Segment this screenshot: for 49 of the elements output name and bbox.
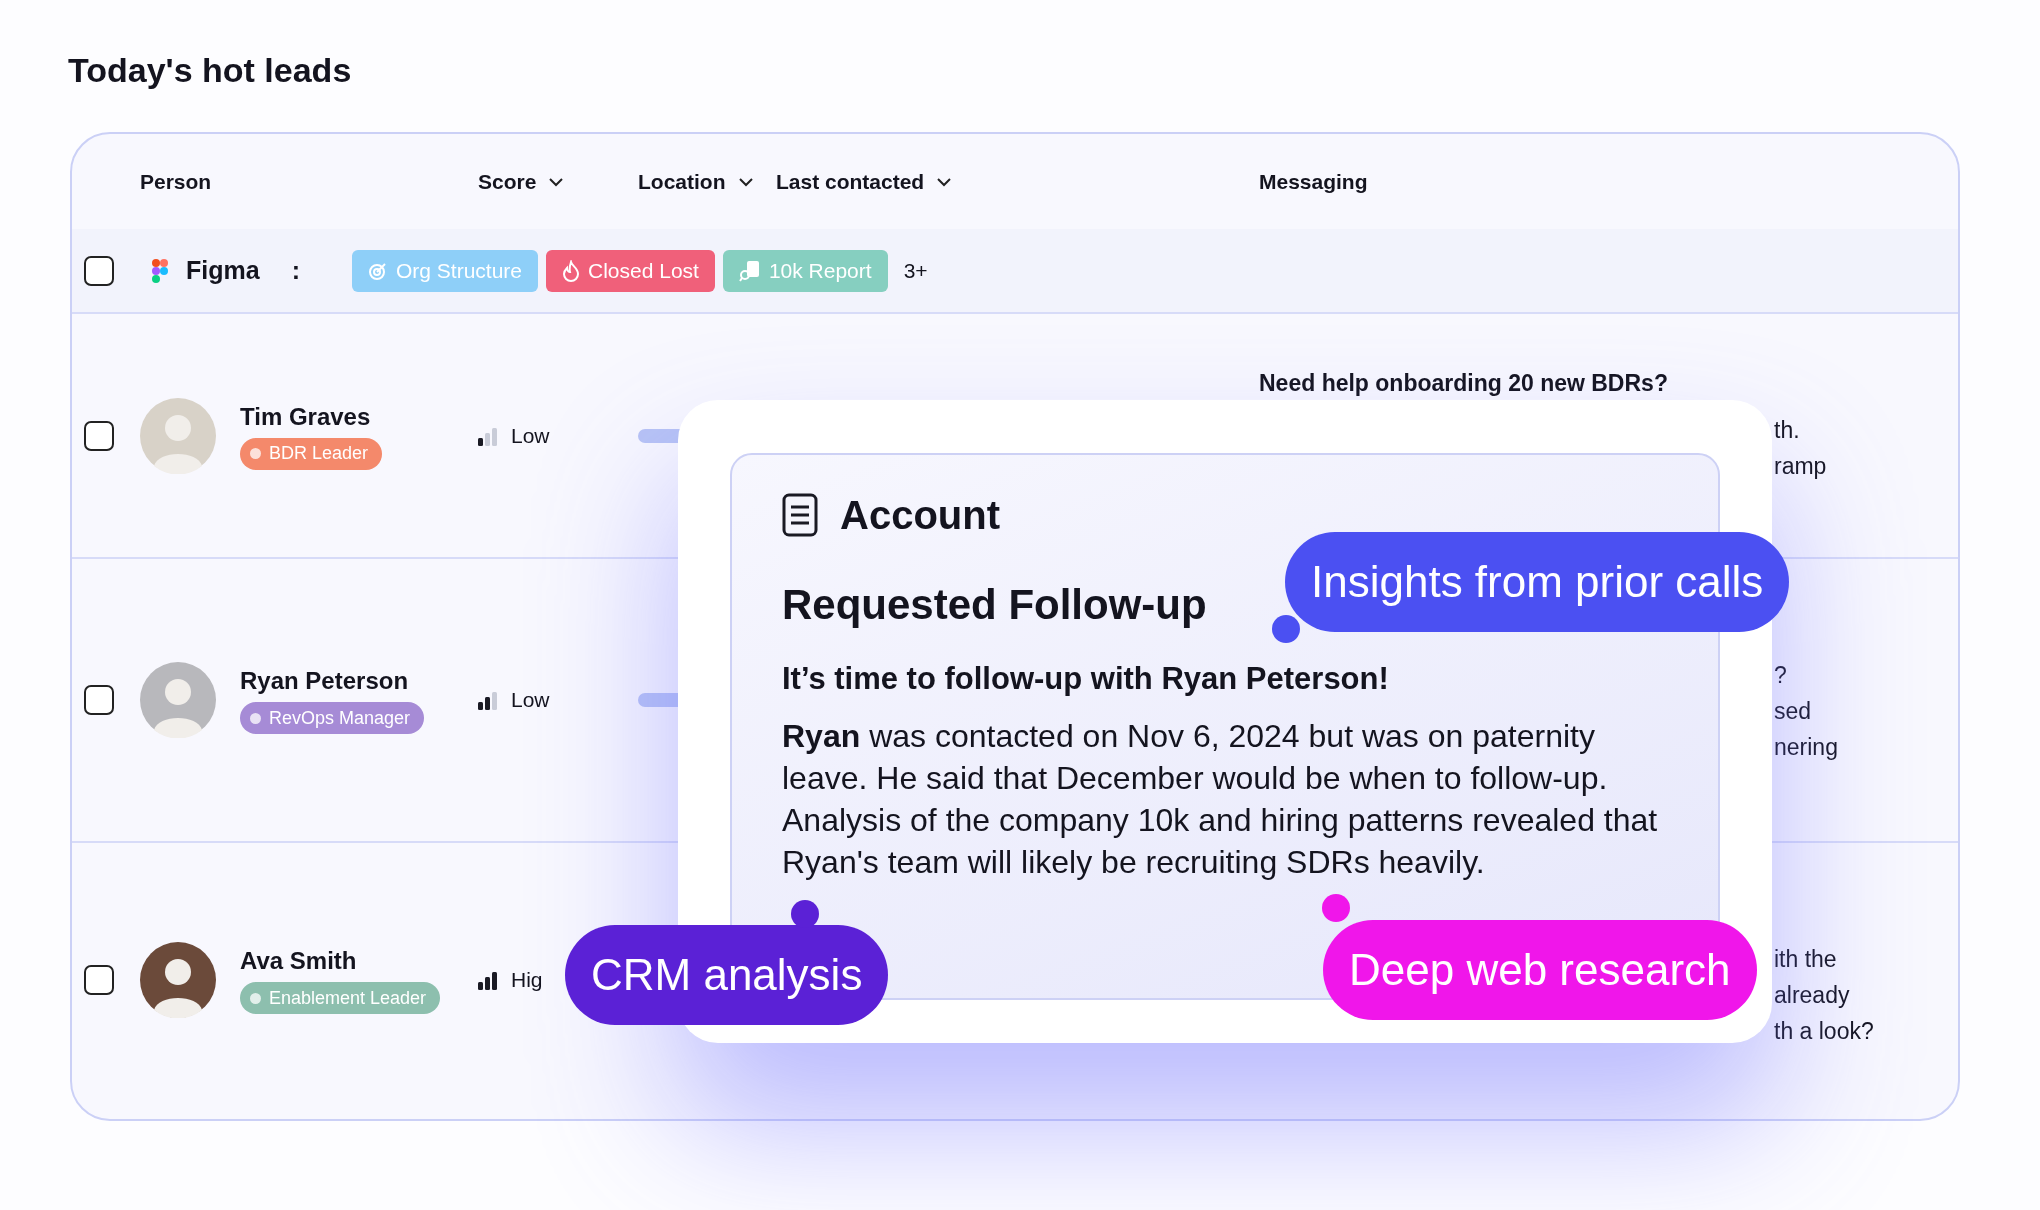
message-text: th. xyxy=(1774,416,1801,445)
callout-pill: CRM analysis xyxy=(565,925,889,1025)
more-count[interactable]: 3+ xyxy=(903,254,928,287)
role-tag: Enablement Leader xyxy=(240,982,441,1014)
person-name[interactable]: Ava Smith xyxy=(240,946,441,976)
message-text: already xyxy=(1774,981,1851,1010)
message-text: ith the xyxy=(1774,945,1838,974)
signal-bars-icon xyxy=(478,425,497,446)
score-label: Low xyxy=(511,422,550,449)
company-name[interactable]: Figma xyxy=(186,251,260,290)
signal-bars-icon xyxy=(478,690,497,710)
score-label: Low xyxy=(511,687,550,714)
column-header: Person xyxy=(140,168,212,195)
person-name[interactable]: Tim Graves xyxy=(240,401,383,432)
card-title: Requested Follow-up xyxy=(782,580,1207,630)
column-header[interactable]: Last contacted xyxy=(776,165,925,198)
callout-pill: Insights from prior calls xyxy=(1285,532,1790,632)
page-title: Today's hot leads xyxy=(68,50,353,91)
role-tag: RevOps Manager xyxy=(240,702,425,734)
chevron-down-icon[interactable] xyxy=(548,176,565,187)
score-label: Hig xyxy=(511,967,543,994)
logo-icon xyxy=(152,258,168,283)
document-icon xyxy=(782,493,818,537)
checkbox[interactable] xyxy=(84,255,114,286)
message-text: nering xyxy=(1774,733,1839,762)
column-header[interactable]: Location xyxy=(638,165,726,198)
signal-bars-icon xyxy=(478,970,497,990)
menu-dots[interactable]: : xyxy=(291,251,300,290)
card-heading: Account xyxy=(840,492,1000,539)
document-search-icon xyxy=(738,259,761,282)
checkbox[interactable] xyxy=(84,420,114,451)
message-text: ramp xyxy=(1774,452,1828,481)
checkbox[interactable] xyxy=(84,965,114,995)
card-body-text: Ryan was contacted on Nov 6, 2024 but was on paternity leave. He said that December would be when to follow-up. Analysis of the company 10k and hiring patterns revealed that Ryan's team will likely be recruiting SDRs heavily. xyxy=(782,716,1659,882)
target-icon xyxy=(367,260,388,281)
message-text: th a look? xyxy=(1774,1017,1875,1046)
message-text: sed xyxy=(1774,697,1813,726)
message-text: ? xyxy=(1774,661,1788,690)
checkbox[interactable] xyxy=(84,685,114,715)
chevron-down-icon[interactable] xyxy=(737,176,754,187)
role-tag: BDR Leader xyxy=(240,437,383,470)
message-headline: Need help onboarding 20 new BDRs? xyxy=(1259,369,1669,398)
column-header[interactable]: Score xyxy=(478,165,537,198)
callout-pill: Deep web research xyxy=(1323,920,1757,1020)
flame-icon xyxy=(562,259,580,282)
column-header: Messaging xyxy=(1259,168,1368,195)
person-name[interactable]: Ryan Peterson xyxy=(240,666,425,696)
card-subtitle: It’s time to follow-up with Ryan Peterson! xyxy=(782,660,1389,698)
chevron-down-icon[interactable] xyxy=(936,176,953,187)
